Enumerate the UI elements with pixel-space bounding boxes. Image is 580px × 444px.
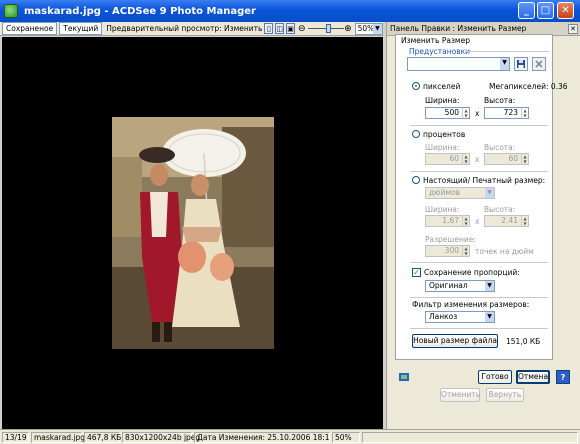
image-viewer[interactable] xyxy=(2,37,383,429)
pixels-width-label: Ширина: xyxy=(425,96,460,105)
done-button[interactable]: Готово xyxy=(478,370,512,384)
status-zoom: 50% xyxy=(332,431,360,443)
filter-select[interactable]: Ланкоз ▼ xyxy=(425,311,495,323)
status-filename: maskarad.jpg xyxy=(31,431,85,443)
chevron-down-icon: ▼ xyxy=(500,58,509,70)
percent-x: x xyxy=(475,155,480,164)
resolution-label: Разрешение: xyxy=(425,235,476,244)
chevron-down-icon: ▼ xyxy=(485,188,494,198)
resolution-input[interactable]: 300 ▲ ▼ xyxy=(425,245,470,257)
pixels-radio[interactable] xyxy=(412,82,420,90)
pixels-height-input[interactable]: 723 ▲ ▼ xyxy=(484,107,529,119)
actual-size-icon[interactable]: ▣ xyxy=(286,23,295,34)
save-preset-icon[interactable] xyxy=(514,57,528,71)
resolution-unit: точек на дюйм xyxy=(475,247,534,256)
saved-button[interactable]: Сохраненое xyxy=(2,22,58,35)
preview-label: Предварительный просмотр: Изменить xyxy=(106,24,263,33)
panel-close-icon[interactable]: ✕ xyxy=(568,24,578,34)
percent-height-input[interactable]: 60 ▲ ▼ xyxy=(484,153,529,165)
edit-panel: Панель Правки : Изменить Размер ✕ Измени… xyxy=(386,22,580,429)
fit-view-icon[interactable]: ◫ xyxy=(275,23,285,34)
status-dims: 830x1200x24b jpeg xyxy=(122,431,200,443)
print-size-radio[interactable] xyxy=(412,176,420,184)
percent-label: процентов xyxy=(423,130,466,139)
status-empty xyxy=(362,431,578,443)
status-filesize: 467,8 КБ xyxy=(84,431,121,443)
delete-preset-icon[interactable] xyxy=(532,57,546,71)
app-icon xyxy=(4,4,18,18)
viewer-toolbar: Сохраненое Текущий Предварительный просм… xyxy=(0,22,383,36)
cancel-button[interactable]: Отмена xyxy=(516,370,550,384)
current-button[interactable]: Текущий xyxy=(59,22,103,35)
status-bar: 13/19 maskarad.jpg 467,8 КБ 830x1200x24b… xyxy=(0,429,580,444)
megapixels-readout: Мегапикселей: 0.36 xyxy=(489,82,568,91)
maximize-button[interactable]: □ xyxy=(537,2,554,19)
status-modified: Дата Изменения: 25.10.2006 18:12:18 xyxy=(194,431,330,443)
zoom-slider[interactable] xyxy=(307,23,345,34)
keep-ratio-select[interactable]: Оригинал ▼ xyxy=(425,280,495,292)
print-width-label: Ширина: xyxy=(425,205,460,214)
chevron-down-icon: ▼ xyxy=(485,312,494,322)
presets-select[interactable]: ▼ xyxy=(407,57,510,71)
print-x: x xyxy=(475,217,480,226)
help-icon[interactable]: ? xyxy=(556,370,570,384)
split-view-icon[interactable]: ▯ xyxy=(264,23,274,34)
pixels-width-input[interactable]: 500 ▲ ▼ xyxy=(425,107,470,119)
photo-preview xyxy=(112,117,274,349)
print-height-label: Высота: xyxy=(484,205,516,214)
panel-title: Панель Правки : Изменить Размер xyxy=(390,24,527,33)
chevron-down-icon: ▼ xyxy=(485,281,494,291)
zoom-value: 50% xyxy=(357,23,375,33)
resize-card: Изменить Размер Предустановки ▼ пикселей… xyxy=(395,34,568,360)
print-unit-select[interactable]: дюймов ▼ xyxy=(425,187,495,199)
keep-ratio-label: Сохранение пропорций: xyxy=(424,268,520,277)
presets-label: Предустановки xyxy=(409,47,471,56)
percent-width-label: Ширина: xyxy=(425,143,460,152)
zoom-select[interactable]: 50% ▼ xyxy=(354,22,383,35)
status-index: 13/19 xyxy=(2,431,29,443)
zoom-in-icon[interactable]: ⊕ xyxy=(344,24,352,34)
section-title: Изменить Размер xyxy=(401,36,470,45)
pixels-label: пикселей xyxy=(423,82,461,91)
chevron-down-icon: ▼ xyxy=(372,23,382,34)
new-file-size-button[interactable]: Новый размер файла xyxy=(412,334,498,348)
minimize-button[interactable]: _ xyxy=(518,2,535,19)
close-button[interactable]: ✕ xyxy=(557,2,574,19)
undo-button[interactable]: Отменить xyxy=(440,388,480,402)
window-title: maskarad.jpg - ACDSee 9 Photo Manager xyxy=(24,5,256,17)
zoom-out-icon[interactable]: ⊖ xyxy=(298,24,306,34)
redo-button[interactable]: Вернуть xyxy=(486,388,524,402)
print-height-input[interactable]: 2.41 ▲ ▼ xyxy=(484,215,529,227)
percent-radio[interactable] xyxy=(412,130,420,138)
new-file-size-value: 151,0 КБ xyxy=(506,337,541,346)
percent-height-label: Высота: xyxy=(484,143,516,152)
pixels-height-label: Высота: xyxy=(484,96,516,105)
pixels-x: x xyxy=(475,109,480,118)
filter-label: Фильтр изменения размеров: xyxy=(412,300,530,309)
title-bar: maskarad.jpg - ACDSee 9 Photo Manager _ … xyxy=(0,0,580,22)
zoom-slider-thumb[interactable] xyxy=(325,24,331,33)
keep-ratio-checkbox[interactable]: ✓ xyxy=(412,268,421,277)
print-size-label: Настоящий/ Печатный размер: xyxy=(423,176,546,185)
panel-menu-icon[interactable] xyxy=(397,370,411,384)
print-width-input[interactable]: 1.67 ▲ ▼ xyxy=(425,215,470,227)
percent-width-input[interactable]: 60 ▲ ▼ xyxy=(425,153,470,165)
